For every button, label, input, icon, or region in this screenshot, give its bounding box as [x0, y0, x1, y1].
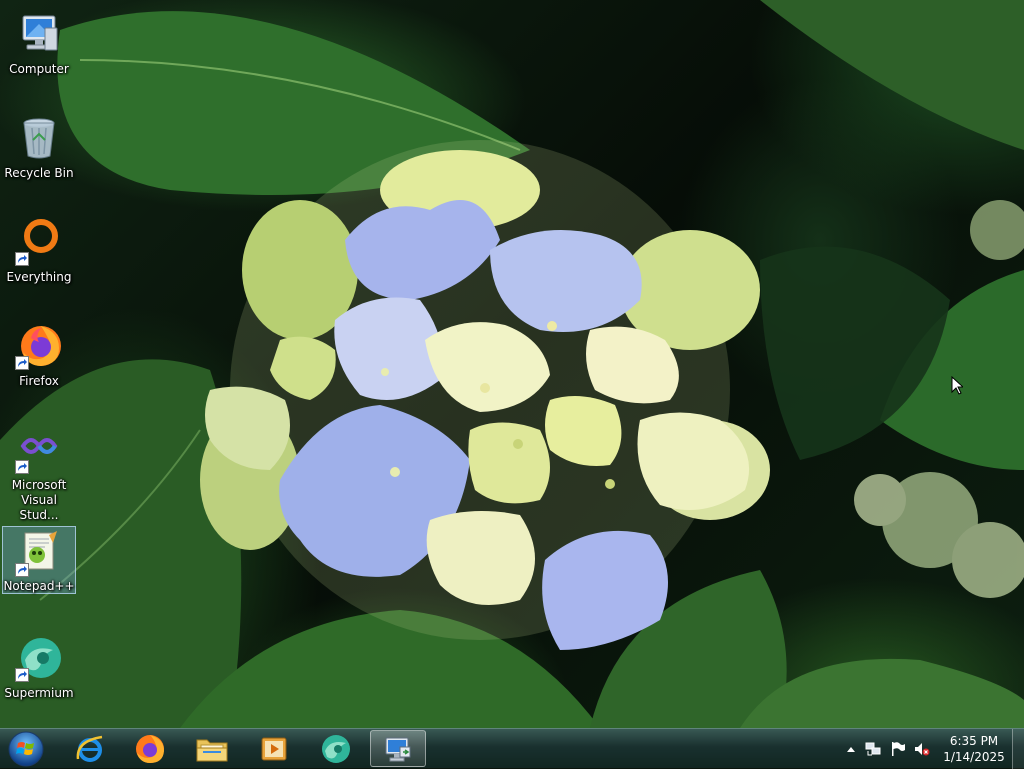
system-clock[interactable]: 6:35 PM 1/14/2025 — [938, 733, 1010, 765]
action-center-flag-icon[interactable] — [890, 741, 906, 757]
taskbar-firefox[interactable] — [122, 730, 178, 767]
shortcut-arrow-icon — [15, 356, 29, 370]
show-hidden-icons-chevron[interactable] — [843, 741, 859, 757]
shortcut-arrow-icon — [15, 668, 29, 682]
computer-icon — [15, 10, 63, 58]
desktop-wallpaper — [0, 0, 1024, 728]
network-icon[interactable] — [865, 741, 881, 757]
taskbar-internet-explorer[interactable] — [62, 730, 118, 767]
recycle-bin-icon — [15, 114, 63, 162]
media-player-icon — [261, 737, 287, 760]
supermium-icon — [15, 634, 63, 682]
network-icon-glyph — [865, 742, 881, 756]
desktop-icon-label: Notepad++ — [3, 579, 75, 593]
desktop-icon-supermium[interactable]: Supermium — [2, 626, 76, 726]
windows-orb-icon — [8, 731, 44, 767]
clock-date: 1/14/2025 — [943, 750, 1005, 764]
remote-desktop-icon — [385, 737, 411, 761]
show-desktop-button[interactable] — [1012, 729, 1024, 769]
desktop-icon-label: Microsoft Visual Stud... — [11, 478, 67, 522]
firefox-icon — [15, 322, 63, 370]
desktop-icon-visual-studio[interactable]: Microsoft Visual Stud... — [2, 418, 76, 528]
volume-muted-icon[interactable] — [914, 741, 930, 757]
taskbar-file-explorer[interactable] — [184, 730, 240, 767]
desktop-icon-firefox[interactable]: Firefox — [2, 314, 76, 414]
firefox-icon — [136, 734, 164, 763]
desktop-icon-label: Supermium — [4, 686, 74, 700]
speaker-muted-icon — [915, 743, 930, 756]
start-button[interactable] — [4, 729, 48, 769]
internet-explorer-icon — [76, 735, 103, 762]
desktop-icon-label: Computer — [9, 62, 69, 76]
everything-icon — [15, 218, 63, 266]
notepad-plus-plus-icon — [15, 529, 63, 577]
desktop-icon-label: Firefox — [19, 374, 59, 388]
mouse-cursor-icon — [951, 376, 963, 395]
desktop-icon-label: Everything — [6, 270, 72, 284]
clock-time: 6:35 PM — [949, 734, 999, 748]
visual-studio-icon — [15, 426, 63, 474]
taskbar-media-player[interactable] — [246, 730, 302, 767]
desktop-icon-notepad-plus-plus[interactable]: Notepad++ — [2, 526, 76, 594]
taskbar: 6:35 PM 1/14/2025 — [0, 728, 1024, 769]
file-explorer-icon — [196, 739, 228, 761]
shortcut-arrow-icon — [15, 460, 29, 474]
desktop-icon-recycle-bin[interactable]: Recycle Bin — [2, 106, 76, 206]
hydrangea-image — [0, 0, 1024, 728]
shortcut-arrow-icon — [15, 563, 29, 577]
flag-icon — [892, 742, 905, 756]
shortcut-arrow-icon — [15, 252, 29, 266]
taskbar-remote-desktop[interactable] — [370, 730, 426, 767]
desktop-icon-label: Recycle Bin — [4, 166, 74, 180]
taskbar-supermium[interactable] — [308, 730, 364, 767]
supermium-icon — [322, 734, 350, 763]
desktop-icon-everything[interactable]: Everything — [2, 210, 76, 310]
desktop-icon-computer[interactable]: Computer — [2, 2, 76, 102]
chevron-up-icon — [847, 747, 855, 752]
